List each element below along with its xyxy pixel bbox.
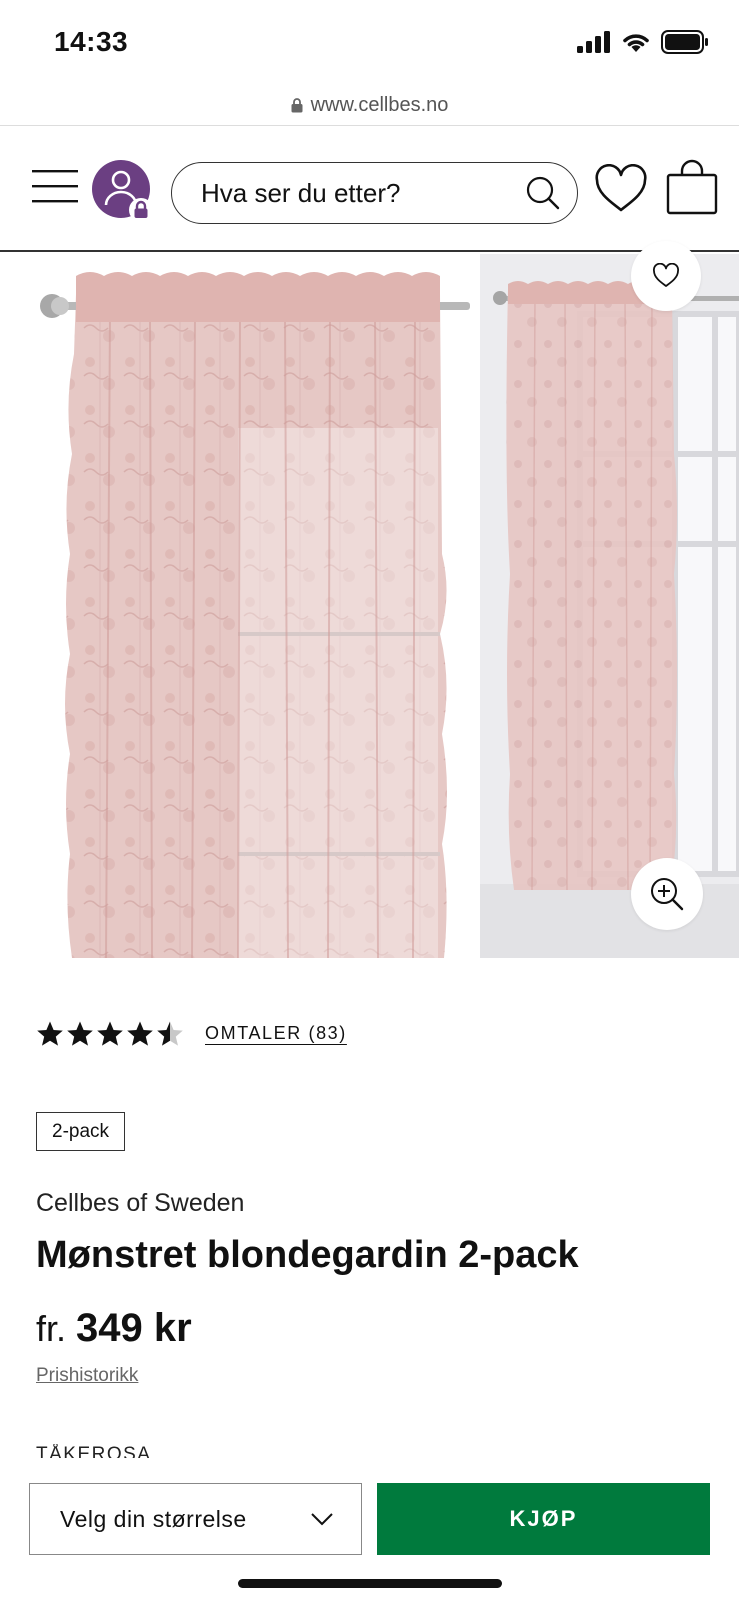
home-indicator[interactable] <box>238 1579 502 1588</box>
status-icons <box>577 30 709 54</box>
status-time: 14:33 <box>54 26 129 57</box>
address-bar[interactable]: www.cellbes.no <box>0 86 739 126</box>
product-brand: Cellbes of Sweden <box>36 1189 245 1217</box>
status-bar: 14:33 <box>0 0 739 88</box>
zoom-button[interactable] <box>631 858 703 930</box>
product-image-secondary[interactable] <box>480 254 739 958</box>
pack-badge: 2-pack <box>36 1112 126 1151</box>
zoom-in-icon <box>651 878 684 911</box>
star-icon <box>67 1021 93 1046</box>
product-rating[interactable]: OMTALER (83) <box>36 1020 347 1047</box>
star-icon <box>157 1021 183 1046</box>
size-select[interactable]: Velg din størrelse <box>29 1483 362 1555</box>
wifi-icon <box>623 34 649 52</box>
product-price: fr. 349 kr <box>36 1306 192 1351</box>
search-input[interactable]: Hva ser du etter? <box>171 162 578 224</box>
buy-button[interactable]: KJØP <box>377 1483 710 1555</box>
color-label: TÅKEROSA <box>36 1444 152 1458</box>
hamburger-menu-icon[interactable] <box>32 169 78 203</box>
url-text: www.cellbes.no <box>310 94 449 116</box>
search-icon[interactable] <box>525 175 561 211</box>
search-placeholder: Hva ser du etter? <box>201 177 401 208</box>
product-image-main[interactable] <box>0 254 478 958</box>
bottom-purchase-bar: Velg din størrelse KJØP <box>0 1462 739 1600</box>
shopping-bag-icon[interactable] <box>666 159 718 215</box>
chevron-down-icon <box>311 1512 333 1525</box>
star-icon <box>37 1021 63 1046</box>
account-avatar-icon[interactable] <box>92 160 154 222</box>
add-to-wishlist-button[interactable] <box>631 241 701 311</box>
site-header: Hva ser du etter? <box>0 126 739 252</box>
product-image-gallery[interactable] <box>0 254 739 958</box>
battery-icon <box>661 30 708 54</box>
rating-stars <box>36 1020 184 1047</box>
star-icon <box>97 1021 123 1046</box>
reviews-link[interactable]: OMTALER (83) <box>205 1023 347 1044</box>
price-prefix: fr. <box>36 1308 67 1349</box>
size-select-label: Velg din størrelse <box>60 1505 247 1532</box>
price-value: 349 kr <box>76 1306 192 1350</box>
heart-icon[interactable] <box>594 164 648 214</box>
lock-icon <box>291 98 303 113</box>
heart-icon <box>653 263 679 287</box>
cellular-signal-icon <box>577 31 610 53</box>
price-history-link[interactable]: Prishistorikk <box>36 1365 138 1387</box>
star-icon <box>127 1021 153 1046</box>
product-title: Mønstret blondegardin 2-pack <box>36 1234 579 1276</box>
